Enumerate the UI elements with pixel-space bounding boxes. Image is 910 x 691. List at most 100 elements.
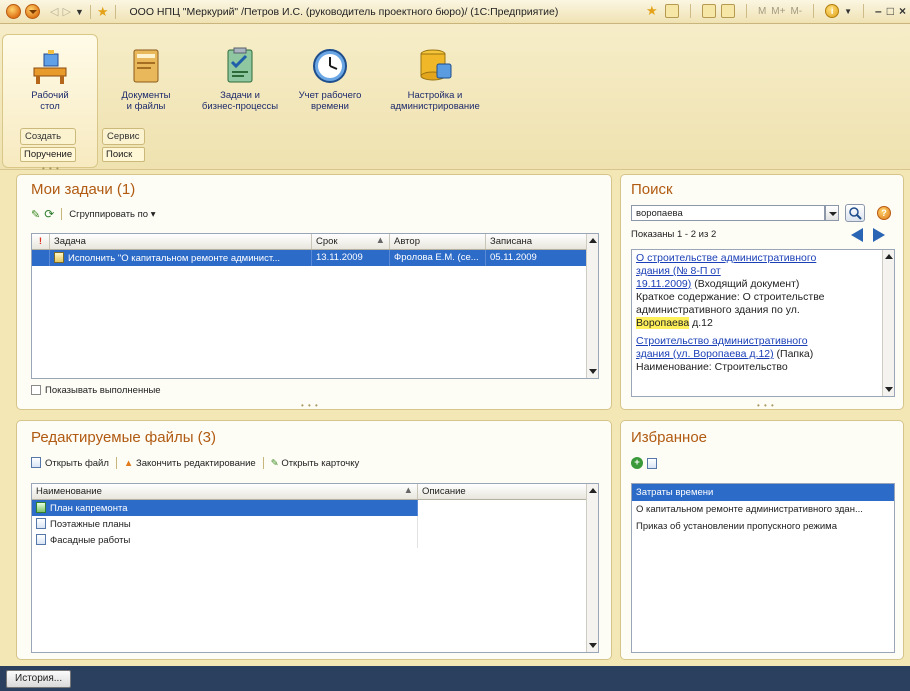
- section-tasks[interactable]: Задачи и бизнес-процессы: [192, 46, 288, 112]
- column-due[interactable]: Срок ▲: [312, 234, 390, 249]
- main-menu-dropdown-icon[interactable]: [25, 4, 40, 19]
- column-author[interactable]: Автор: [390, 234, 486, 249]
- scroll-down-icon[interactable]: [589, 369, 597, 374]
- tasks-toolbar: ✎ ⟳ Сгруппировать по ▾: [31, 207, 156, 221]
- add-favorite-icon[interactable]: +: [631, 457, 643, 469]
- title-toolbar: ★ M M+ M- i ▼ – □ ×: [646, 4, 906, 18]
- memory-minus-button[interactable]: M-: [790, 6, 802, 17]
- memory-m-button[interactable]: M: [758, 6, 766, 17]
- tasks-table-header: ! Задача Срок ▲ Автор Записана: [32, 234, 598, 250]
- forward-arrow-icon[interactable]: ▷: [62, 5, 70, 18]
- sections-panel: Рабочий стол Документы и файлы Задачи и …: [0, 24, 910, 173]
- open-card-button[interactable]: ✎ Открыть карточку: [271, 458, 360, 469]
- refresh-icon[interactable]: ⟳: [44, 207, 54, 221]
- scroll-up-icon[interactable]: [885, 254, 893, 259]
- finish-editing-button[interactable]: ▲ Закончить редактирование: [124, 458, 256, 469]
- my-tasks-panel: Мои задачи (1) ✎ ⟳ Сгруппировать по ▾ ! …: [16, 174, 612, 410]
- search-results: О строительстве административного здания …: [631, 249, 895, 397]
- search-results-count: Показаны 1 - 2 из 2: [631, 229, 717, 240]
- link-icon[interactable]: [664, 4, 679, 18]
- desktop-icon: [33, 50, 67, 84]
- folder-icon: [133, 49, 159, 83]
- next-results-icon[interactable]: [873, 228, 885, 242]
- sort-icon: ▲: [403, 485, 413, 496]
- table-row[interactable]: Исполнить "О капитальном ремонте админис…: [32, 250, 598, 266]
- service-command-group: Сервис Поиск: [102, 128, 145, 162]
- window-title: ООО НПЦ "Меркурий" /Петров И.С. (руковод…: [129, 5, 559, 18]
- list-item[interactable]: О капитальном ремонте административного …: [632, 501, 894, 518]
- word-file-icon: [36, 534, 46, 545]
- create-assignment-button[interactable]: Поручение: [20, 147, 77, 162]
- result-1: О строительстве административного здания …: [636, 252, 825, 329]
- create-command-group: Создать Поручение: [20, 128, 77, 162]
- section-desktop[interactable]: Рабочий стол: [10, 46, 90, 112]
- results-scrollbar[interactable]: [882, 250, 894, 396]
- app-logo-icon[interactable]: [6, 4, 21, 19]
- close-button[interactable]: ×: [899, 4, 906, 18]
- files-table: Наименование ▲ Описание План капремонта П…: [31, 483, 599, 653]
- memory-plus-button[interactable]: M+: [771, 6, 785, 17]
- section-desktop-label: Рабочий стол: [31, 90, 69, 112]
- section-documents[interactable]: Документы и файлы: [106, 46, 186, 112]
- maximize-button[interactable]: □: [887, 4, 894, 18]
- table-row[interactable]: План капремонта: [32, 500, 598, 516]
- column-task[interactable]: Задача: [50, 234, 312, 249]
- calendar-icon[interactable]: [720, 4, 735, 18]
- column-name[interactable]: Наименование ▲: [32, 484, 418, 499]
- search-input[interactable]: воропаева: [631, 205, 825, 221]
- edited-files-title: Редактируемые файлы (3): [31, 429, 216, 446]
- open-file-icon: [31, 457, 41, 468]
- favorites-title: Избранное: [631, 429, 708, 446]
- search-history-dropdown-icon[interactable]: [825, 205, 839, 221]
- table-row[interactable]: Поэтажные планы: [32, 516, 598, 532]
- scroll-up-icon[interactable]: [589, 488, 597, 493]
- title-bar: ◁ ▷ ▼ ★ ООО НПЦ "Меркурий" /Петров И.С. …: [0, 0, 910, 24]
- section-worktime[interactable]: Учет рабочего времени: [290, 46, 370, 112]
- tasks-scrollbar[interactable]: [586, 234, 598, 378]
- table-row[interactable]: Фасадные работы: [32, 532, 598, 548]
- list-item[interactable]: Затраты времени: [632, 484, 894, 501]
- scroll-up-icon[interactable]: [589, 238, 597, 243]
- favorites-list: Затраты времени О капитальном ремонте ад…: [631, 483, 895, 653]
- show-completed-checkbox[interactable]: Показывать выполненные: [31, 385, 161, 396]
- search-command-button[interactable]: Поиск: [102, 147, 145, 162]
- column-description[interactable]: Описание: [418, 484, 588, 499]
- history-dropdown-icon[interactable]: ▼: [75, 7, 84, 17]
- add-to-favorites-icon[interactable]: ★: [646, 4, 660, 18]
- open-card-icon: ✎: [270, 457, 279, 469]
- new-document-icon[interactable]: [647, 457, 657, 469]
- search-title: Поиск: [631, 181, 673, 198]
- edited-files-panel: Редактируемые файлы (3) Открыть файл ▲ З…: [16, 420, 612, 660]
- section-admin[interactable]: Настройка и администрирование: [380, 46, 490, 112]
- edit-pencil-icon[interactable]: ✎: [31, 208, 40, 221]
- status-bar: История...: [0, 666, 910, 691]
- tasks-icon: [227, 47, 253, 83]
- minimize-button[interactable]: –: [875, 4, 882, 18]
- search-icon: [849, 207, 862, 220]
- my-tasks-title: Мои задачи (1): [31, 181, 136, 198]
- favorites-star-icon[interactable]: ★: [97, 4, 109, 20]
- favorites-panel: Избранное + Затраты времени О капитально…: [620, 420, 904, 660]
- scroll-down-icon[interactable]: [885, 387, 893, 392]
- files-scrollbar[interactable]: [586, 484, 598, 652]
- back-arrow-icon[interactable]: ◁: [50, 5, 58, 18]
- column-recorded[interactable]: Записана: [486, 234, 586, 249]
- info-dropdown-icon[interactable]: ▼: [844, 7, 852, 16]
- database-icon: [420, 49, 452, 81]
- scroll-down-icon[interactable]: [589, 643, 597, 648]
- importance-column-icon[interactable]: !: [32, 234, 50, 249]
- calculator-icon[interactable]: [701, 4, 716, 18]
- previous-results-icon[interactable]: [851, 228, 863, 242]
- search-button[interactable]: [845, 204, 865, 222]
- search-panel: Поиск воропаева ? Показаны 1 - 2 из 2 О …: [620, 174, 904, 410]
- info-icon[interactable]: i: [825, 4, 840, 18]
- files-table-header: Наименование ▲ Описание: [32, 484, 598, 500]
- search-highlight: Воропаева: [636, 317, 690, 329]
- open-file-button[interactable]: Открыть файл: [31, 457, 109, 469]
- list-item[interactable]: Приказ об установлении пропускного режим…: [632, 518, 894, 535]
- favorites-toolbar: +: [631, 457, 661, 469]
- history-button[interactable]: История...: [6, 670, 72, 688]
- resize-grip[interactable]: • • •: [42, 164, 60, 173]
- group-by-button[interactable]: Сгруппировать по ▾: [69, 209, 155, 220]
- help-icon[interactable]: ?: [877, 206, 891, 220]
